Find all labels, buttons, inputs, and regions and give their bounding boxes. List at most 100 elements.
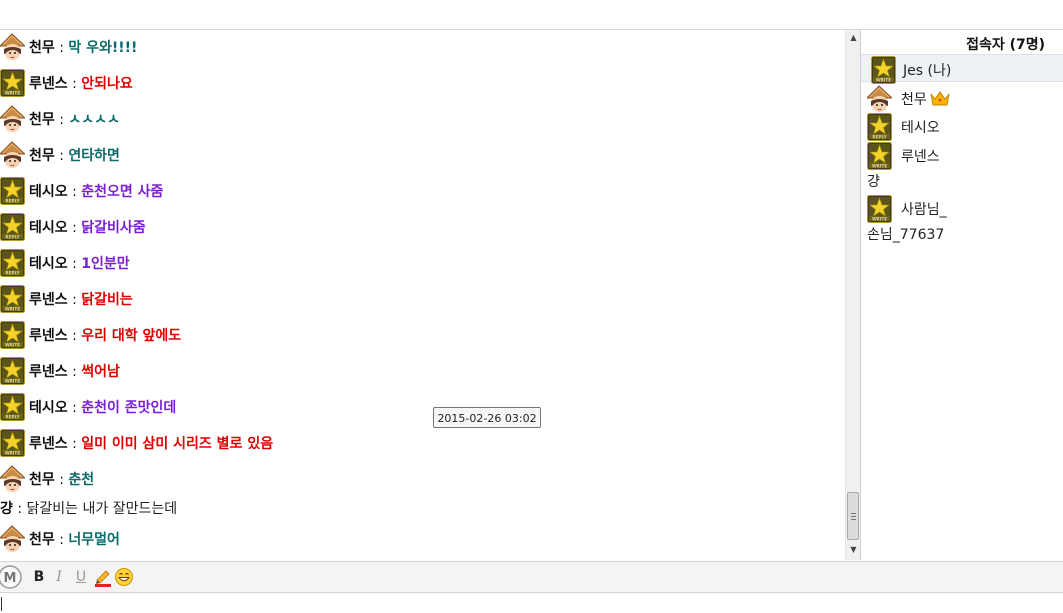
reply-badge-icon[interactable]: REPLY [0, 393, 25, 421]
message-nick[interactable]: 루넨스 [29, 292, 68, 308]
message-text: 연타하면 [68, 148, 120, 164]
reply-badge-icon[interactable]: REPLY [0, 213, 25, 241]
write-badge-icon[interactable]: WRITE [0, 357, 25, 385]
message-text: 닭갈비사줌 [81, 220, 146, 236]
chat-message: REPLY 테시오 : 춘천이 존맛인데 [0, 390, 845, 426]
text-color-icon[interactable] [93, 567, 113, 587]
scroll-thumb[interactable] [847, 492, 859, 540]
message-line: 테시오 : 춘천이 존맛인데 [29, 399, 176, 417]
message-line: 천무 : 연타하면 [29, 147, 120, 165]
user-row-me[interactable]: WRITE Jes (나) [861, 54, 1063, 84]
message-line: 루넨스 : 우리 대학 앞에도 [29, 327, 181, 345]
message-separator: : [72, 76, 77, 92]
message-line: 천무 : 춘천 [29, 471, 94, 489]
message-line: 천무 : 막 우와!!!! [29, 39, 137, 57]
chat-message: WRITE 루넨스 : 안되나요 [0, 66, 845, 102]
message-text: 막 우와!!!! [68, 40, 138, 56]
message-separator: : [17, 501, 23, 517]
message-separator: : [72, 328, 77, 344]
message-separator: : [59, 112, 64, 128]
bold-button[interactable]: B [32, 567, 46, 587]
chat-message-list[interactable]: 천무 : 막 우와!!!! WRITE 루넨스 : 안되나요 천무 : ㅅㅅㅅㅅ… [0, 30, 845, 560]
write-badge-icon[interactable]: WRITE [0, 429, 25, 457]
user-name: 천무 [901, 92, 927, 108]
message-nick[interactable]: 천무 [29, 532, 55, 548]
message-text: 안되나요 [81, 76, 133, 92]
message-nick[interactable]: 테시오 [29, 220, 68, 236]
message-line: 천무 : ㅅㅅㅅㅅ [29, 111, 120, 129]
straw-hat-avatar[interactable] [0, 141, 27, 169]
format-toolbar: M B I U [0, 561, 1063, 593]
chat-scrollbar[interactable]: ▲ ▼ [845, 30, 861, 560]
chat-message: 천무 : 연타하면 [0, 138, 845, 174]
straw-hat-avatar [865, 85, 894, 112]
message-text: 춘천오면 사줌 [81, 184, 164, 200]
italic-button[interactable]: I [53, 567, 65, 587]
user-row[interactable]: 천무 [861, 84, 1063, 112]
svg-text:WRITE: WRITE [5, 343, 20, 348]
chat-message: WRITE 루넨스 : 썩어남 [0, 354, 845, 390]
straw-hat-avatar[interactable] [0, 105, 27, 133]
message-text: 춘천 [68, 472, 95, 488]
scroll-up-icon[interactable]: ▲ [846, 30, 861, 46]
message-text: 일미 이미 삼미 시리즈 별로 있음 [81, 436, 274, 452]
top-bar [0, 0, 1063, 30]
message-nick[interactable]: 테시오 [29, 256, 68, 272]
message-separator: : [72, 292, 77, 308]
message-nick[interactable]: 천무 [29, 40, 55, 56]
message-nick[interactable]: 천무 [29, 148, 55, 164]
emoticon-icon[interactable] [114, 567, 134, 587]
svg-text:WRITE: WRITE [872, 217, 887, 222]
straw-hat-avatar[interactable] [0, 525, 27, 553]
macro-m-label: M [4, 571, 17, 586]
message-line: 천무 : 너무멀어 [29, 531, 120, 549]
message-line: 루넨스 : 닭갈비는 [29, 291, 133, 309]
write-badge-icon[interactable]: WRITE [0, 321, 25, 349]
straw-hat-avatar[interactable] [0, 33, 27, 61]
underline-button[interactable]: U [74, 567, 88, 587]
write-badge-icon[interactable]: WRITE [0, 285, 25, 313]
user-row[interactable]: WRITE 사람님_ 손님_77637 [861, 194, 1063, 244]
write-badge-icon[interactable]: WRITE [0, 69, 25, 97]
user-name: 걍 [867, 174, 880, 190]
reply-badge-icon: REPLY [867, 113, 892, 141]
message-text: 춘천이 존맛인데 [81, 400, 177, 416]
message-separator: : [59, 472, 64, 488]
message-line: 루넨스 : 안되나요 [29, 75, 133, 93]
reply-badge-icon[interactable]: REPLY [0, 249, 25, 277]
users-panel-header: 접속자 (7명) [966, 37, 1045, 53]
user-name: Jes (나) [903, 63, 952, 79]
message-line: 테시오 : 춘천오면 사줌 [29, 183, 163, 201]
svg-text:REPLY: REPLY [5, 235, 20, 240]
macro-m-button[interactable]: M [0, 564, 24, 590]
user-name: 손님_77637 [867, 227, 945, 243]
message-nick[interactable]: 루넨스 [29, 328, 68, 344]
chat-input[interactable] [0, 593, 1063, 613]
write-badge-icon: WRITE [867, 195, 892, 223]
chat-message: WRITE 루넨스 : 닭갈비는 [0, 282, 845, 318]
message-nick[interactable]: 테시오 [29, 400, 68, 416]
message-separator: : [72, 436, 77, 452]
user-row[interactable]: WRITE 루넨스 걍 [861, 141, 1063, 190]
chat-message: 천무 : 너무멀어 [0, 522, 845, 558]
message-nick[interactable]: 루넨스 [29, 364, 68, 380]
user-row[interactable]: REPLY 테시오 [861, 112, 1063, 141]
straw-hat-avatar[interactable] [0, 465, 27, 493]
message-nick[interactable]: 테시오 [29, 184, 68, 200]
message-nick[interactable]: 루넨스 [29, 76, 68, 92]
write-badge-icon: WRITE [871, 56, 896, 84]
message-nick[interactable]: 루넨스 [29, 436, 68, 452]
message-nick[interactable]: 걍 [0, 501, 13, 517]
message-line: 걍 : 닭갈비는 내가 잘만드는데 [0, 500, 177, 518]
message-nick[interactable]: 천무 [29, 112, 55, 128]
message-separator: : [72, 184, 77, 200]
message-separator: : [59, 40, 64, 56]
chat-message: 천무 : ㅅㅅㅅㅅ [0, 102, 845, 138]
message-nick[interactable]: 천무 [29, 472, 55, 488]
reply-badge-icon[interactable]: REPLY [0, 177, 25, 205]
message-separator: : [72, 256, 77, 272]
message-line: 테시오 : 1인분만 [29, 255, 130, 273]
message-text: 우리 대학 앞에도 [81, 328, 182, 344]
scroll-down-icon[interactable]: ▼ [846, 542, 861, 558]
user-name: 사람님_ [901, 202, 947, 218]
